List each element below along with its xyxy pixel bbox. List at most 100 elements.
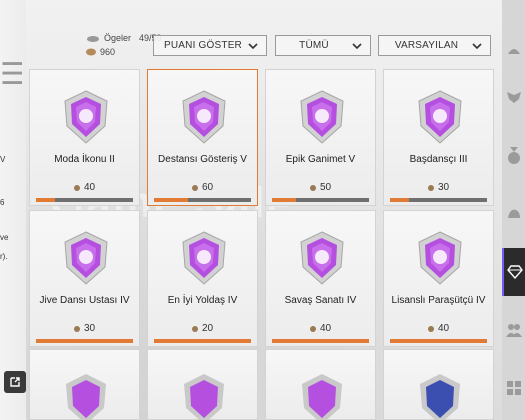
- progress-fill: [390, 198, 410, 202]
- bp-coin-icon: [73, 325, 80, 332]
- medal-icon: [507, 147, 520, 164]
- progress-fill: [272, 339, 369, 343]
- achievement-name: Lisanslı Paraşütçü IV: [391, 295, 486, 306]
- achievement-card[interactable]: Lisanslı Paraşütçü IV 40: [383, 210, 494, 347]
- bp-value: 960: [100, 47, 116, 57]
- category-filter-dropdown[interactable]: TÜMÜ: [275, 35, 371, 56]
- achievement-card-partial[interactable]: [265, 349, 376, 420]
- achievement-points: 40: [30, 182, 139, 193]
- rail-tab-5[interactable]: [502, 248, 525, 296]
- bp-coin-icon: [86, 48, 96, 56]
- badge-icon: [63, 372, 109, 420]
- achievement-card[interactable]: Destansı Gösteriş V 60: [147, 69, 258, 206]
- rail-tab-6[interactable]: [502, 306, 525, 354]
- items-counter: Ögeler 49/59: [86, 33, 162, 43]
- badge-icon: [181, 372, 227, 420]
- bp-coin-icon: [191, 325, 198, 332]
- achievement-name: Başdansçı III: [409, 154, 468, 165]
- left-text-1: V: [0, 155, 6, 164]
- chevron-down-icon: [352, 43, 362, 50]
- wings-icon: [506, 92, 521, 103]
- achievement-points: 40: [384, 323, 493, 334]
- crown-gem-badge-icon: [63, 90, 109, 144]
- left-panel: ☰ V 6 ve r).: [0, 0, 26, 420]
- progress-fill: [272, 198, 297, 202]
- achievement-name: En İyi Yoldaş IV: [167, 295, 238, 306]
- left-text-4: r).: [0, 252, 8, 261]
- grid-icon: [506, 381, 521, 395]
- achievement-points: 40: [266, 323, 375, 334]
- progress-bar: [154, 198, 251, 202]
- claw-badge-icon: [299, 231, 345, 285]
- rail-tab-7[interactable]: [502, 364, 525, 412]
- badge-icon: [417, 372, 463, 420]
- cloud-icon: [87, 36, 99, 42]
- achievement-name: Savaş Sanatı IV: [284, 295, 357, 306]
- group-icon: [505, 324, 522, 337]
- eagle-badge-icon: [181, 231, 227, 285]
- achievement-card[interactable]: Epik Ganimet V 50: [265, 69, 376, 206]
- achievement-card-partial[interactable]: [29, 349, 140, 420]
- bp-counter: 960: [86, 47, 115, 57]
- rail-tab-2[interactable]: [502, 74, 525, 122]
- category-rail: [502, 0, 525, 420]
- jacket-badge-icon: [181, 90, 227, 144]
- achievement-card[interactable]: Savaş Sanatı IV 40: [265, 210, 376, 347]
- emblem-icon: ☰: [0, 57, 22, 92]
- progress-bar: [390, 339, 487, 343]
- progress-fill: [154, 198, 188, 202]
- progress-bar: [272, 339, 369, 343]
- progress-fill: [390, 339, 487, 343]
- achievement-card[interactable]: Başdansçı III 30: [383, 69, 494, 206]
- points-value: 30: [83, 323, 96, 334]
- progress-bar: [154, 339, 251, 343]
- progress-fill: [154, 339, 251, 343]
- sort-label: VARSAYILAN: [394, 40, 459, 51]
- left-text-3: ve: [0, 233, 9, 242]
- items-label: Ögeler: [104, 33, 132, 43]
- left-text-2: 6: [0, 198, 5, 207]
- helmet-icon: [507, 49, 520, 54]
- rail-tab-1[interactable]: [502, 28, 525, 76]
- progress-bar: [272, 198, 369, 202]
- points-value: 30: [437, 182, 450, 193]
- bp-coin-icon: [309, 184, 316, 191]
- bp-coin-icon: [427, 184, 434, 191]
- sort-dropdown[interactable]: VARSAYILAN: [378, 35, 491, 56]
- progress-bar: [36, 198, 133, 202]
- chevron-down-icon: [248, 43, 258, 50]
- badge-icon: [299, 372, 345, 420]
- points-value: 20: [201, 323, 214, 334]
- achievement-card[interactable]: Moda İkonu II 40: [29, 69, 140, 206]
- points-filter-label: PUANI GÖSTER: [164, 40, 242, 51]
- rail-tab-3[interactable]: [502, 132, 525, 180]
- achievement-card-partial[interactable]: [383, 349, 494, 420]
- achievement-card[interactable]: Jive Dansı Ustası IV 30: [29, 210, 140, 347]
- shirt-badge-icon: [299, 90, 345, 144]
- progress-bar: [390, 198, 487, 202]
- points-value: 40: [319, 323, 332, 334]
- progress-bar: [36, 339, 133, 343]
- dancer-badge-icon: [417, 90, 463, 144]
- points-value: 60: [201, 182, 214, 193]
- points-value: 40: [83, 182, 96, 193]
- jive-dancer-badge-icon: [63, 231, 109, 285]
- achievement-points: 30: [30, 323, 139, 334]
- points-value: 40: [437, 323, 450, 334]
- bp-coin-icon: [191, 184, 198, 191]
- share-button[interactable]: [4, 371, 26, 393]
- achievement-card[interactable]: En İyi Yoldaş IV 20: [147, 210, 258, 347]
- gem-icon: [506, 265, 523, 279]
- achievement-card-partial[interactable]: [147, 349, 258, 420]
- progress-fill: [36, 198, 56, 202]
- achievement-name: Epik Ganimet V: [285, 154, 356, 165]
- achievement-points: 50: [266, 182, 375, 193]
- achievement-points: 60: [148, 182, 257, 193]
- achievement-points: 20: [148, 323, 257, 334]
- chevron-down-icon: [472, 43, 482, 50]
- bp-coin-icon: [73, 184, 80, 191]
- muscle-icon: [507, 209, 520, 218]
- achievement-name: Jive Dansı Ustası IV: [39, 295, 130, 306]
- points-filter-dropdown[interactable]: PUANI GÖSTER: [153, 35, 267, 56]
- rail-tab-4[interactable]: [502, 190, 525, 238]
